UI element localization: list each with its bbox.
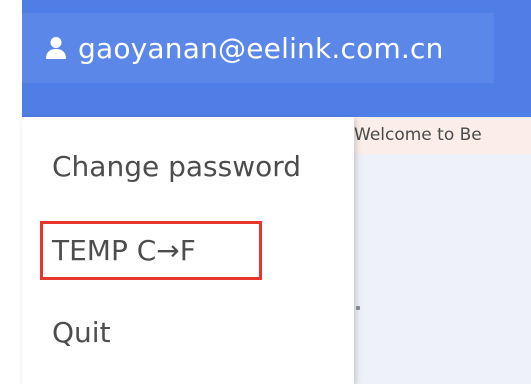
user-icon bbox=[46, 36, 66, 60]
menu-item-quit[interactable]: Quit bbox=[52, 316, 111, 349]
menu-item-change-password[interactable]: Change password bbox=[52, 150, 301, 183]
background-fragment bbox=[356, 306, 360, 310]
user-email: gaoyanan@eelink.com.cn bbox=[78, 31, 444, 65]
user-account-button[interactable]: gaoyanan@eelink.com.cn bbox=[22, 13, 494, 83]
app-window: gaoyanan@eelink.com.cn Welcome to Be Cha… bbox=[0, 0, 531, 384]
welcome-text: Welcome to Be bbox=[354, 125, 482, 145]
welcome-banner: Welcome to Be bbox=[352, 117, 531, 154]
highlight-annotation-box bbox=[40, 221, 262, 280]
